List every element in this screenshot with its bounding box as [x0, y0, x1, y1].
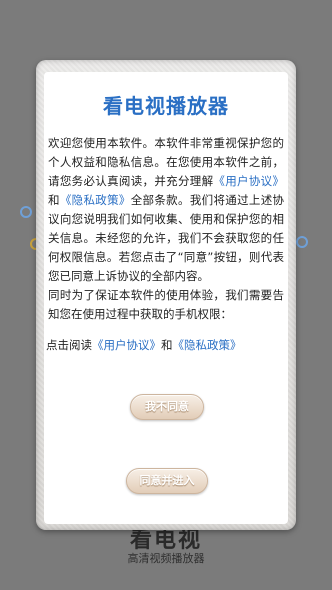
agreement-links-line: 点击阅读《用户协议》和《隐私政策》	[46, 337, 286, 353]
dialog-body[interactable]: 欢迎您使用本软件。本软件非常重视保护您的个人权益和隐私信息。在您使用本软件之前，…	[48, 134, 284, 398]
background-dot	[20, 206, 32, 218]
dialog-title: 看电视播放器	[103, 94, 229, 118]
privacy-policy-link[interactable]: 《隐私政策》	[60, 193, 131, 207]
user-agreement-link-2[interactable]: 《用户协议》	[92, 338, 161, 352]
agreement-prefix: 点击阅读	[46, 338, 92, 352]
user-agreement-link[interactable]: 《用户协议》	[213, 174, 284, 188]
privacy-policy-link-2[interactable]: 《隐私政策》	[173, 338, 242, 352]
agree-and-enter-button[interactable]: 同意并进入	[126, 468, 208, 494]
body-text-and: 和	[48, 193, 60, 207]
body-text-permissions: 同时为了保证本软件的使用体验，我们需要告知您在使用过程中获取的手机权限：	[48, 288, 284, 321]
disagree-button[interactable]: 我不同意	[130, 394, 204, 420]
background-app-subtitle: 高清视频播放器	[127, 552, 205, 565]
background-dot	[296, 236, 308, 248]
privacy-dialog: 看电视播放器 欢迎您使用本软件。本软件非常重视保护您的个人权益和隐私信息。在您使…	[44, 72, 288, 524]
agreement-and: 和	[161, 338, 173, 352]
